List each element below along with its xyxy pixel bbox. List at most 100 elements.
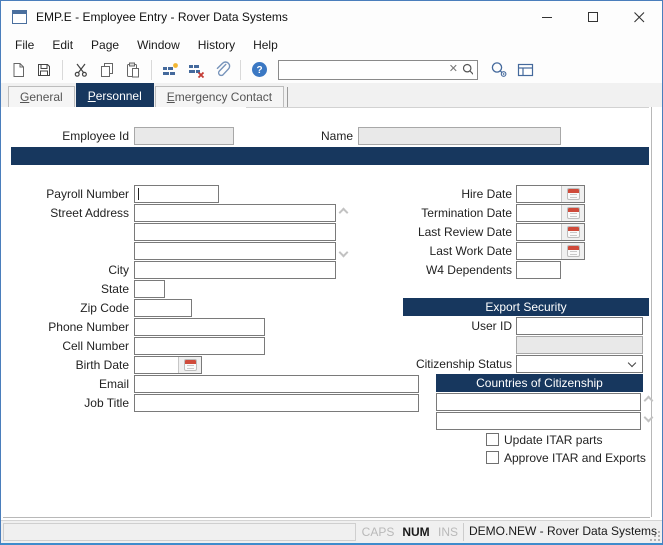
delete-record-icon <box>188 62 205 78</box>
window-icon <box>12 10 27 24</box>
last-work-date-label: Last Work Date <box>383 242 512 260</box>
birth-date-label: Birth Date <box>1 356 129 374</box>
save-icon <box>36 62 52 78</box>
tab-strip: General Personnel Emergency Contact <box>1 83 662 107</box>
help-button[interactable]: ? <box>246 58 272 82</box>
text-caret <box>138 188 139 200</box>
tab-general[interactable]: General <box>8 86 75 107</box>
state-field[interactable] <box>134 280 165 298</box>
app-window: EMP.E - Employee Entry - Rover Data Syst… <box>0 0 663 545</box>
name-field <box>358 127 561 145</box>
table-layout-icon <box>517 62 534 78</box>
menu-history[interactable]: History <box>189 35 244 55</box>
cut-icon <box>73 62 89 78</box>
employee-id-field <box>134 127 234 145</box>
cut-button[interactable] <box>68 58 94 82</box>
menu-help[interactable]: Help <box>244 35 287 55</box>
maximize-button[interactable] <box>570 1 616 33</box>
tab-emergency-contact[interactable]: Emergency Contact <box>155 86 284 107</box>
city-field[interactable] <box>134 261 336 279</box>
last-review-date-field[interactable] <box>516 223 585 241</box>
page-border-bottom <box>3 517 650 518</box>
status-separator <box>463 523 464 541</box>
section-divider-band <box>11 147 649 165</box>
resize-grip[interactable] <box>649 530 661 542</box>
new-document-icon <box>10 62 26 78</box>
menu-file[interactable]: File <box>6 35 43 55</box>
user-id-field[interactable] <box>516 317 643 335</box>
attachment-icon <box>214 61 231 78</box>
tab-divider <box>287 87 288 107</box>
name-label: Name <box>301 127 353 145</box>
save-button[interactable] <box>31 58 57 82</box>
form-area: General Personnel Emergency Contact Empl… <box>1 83 662 520</box>
calendar-icon <box>567 207 580 219</box>
payroll-number-field[interactable] <box>134 185 219 203</box>
payroll-number-label: Payroll Number <box>1 185 129 203</box>
status-message-area <box>3 523 356 541</box>
last-work-date-calendar-button[interactable] <box>561 243 584 259</box>
city-label: City <box>1 261 129 279</box>
page-border-top <box>246 107 649 108</box>
window-title: EMP.E - Employee Entry - Rover Data Syst… <box>36 10 524 24</box>
hire-date-field[interactable] <box>516 185 585 203</box>
w4-dependents-label: W4 Dependents <box>383 261 512 279</box>
toolbar-separator <box>151 60 152 80</box>
hire-date-label: Hire Date <box>383 185 512 203</box>
country-of-citizenship-line2-field[interactable] <box>436 412 641 430</box>
menu-edit[interactable]: Edit <box>43 35 82 55</box>
phone-number-field[interactable] <box>134 318 265 336</box>
clear-search-icon[interactable]: ✕ <box>445 64 462 75</box>
cell-number-field[interactable] <box>134 337 265 355</box>
close-icon <box>634 12 645 23</box>
w4-dependents-field[interactable] <box>516 261 561 279</box>
termination-date-field[interactable] <box>516 204 585 222</box>
birth-date-calendar-button[interactable] <box>178 357 201 373</box>
tab-personnel[interactable]: Personnel <box>76 83 154 107</box>
minimize-button[interactable] <box>524 1 570 33</box>
paste-button[interactable] <box>120 58 146 82</box>
user-id-label: User ID <box>383 317 512 335</box>
delete-record-button[interactable] <box>183 58 209 82</box>
lookup-records-button[interactable] <box>486 58 512 82</box>
scroll-down-icon[interactable] <box>339 248 349 258</box>
maximize-icon <box>588 12 599 23</box>
email-field[interactable] <box>134 375 419 393</box>
street-address-line2-field[interactable] <box>134 223 336 241</box>
street-address-line3-field[interactable] <box>134 242 336 260</box>
termination-date-calendar-button[interactable] <box>561 205 584 221</box>
copy-button[interactable] <box>94 58 120 82</box>
search-input[interactable] <box>283 63 445 77</box>
street-address-line1-field[interactable] <box>134 204 336 222</box>
job-title-field[interactable] <box>134 394 419 412</box>
svg-text:?: ? <box>256 65 262 76</box>
new-document-button[interactable] <box>5 58 31 82</box>
search-icon[interactable] <box>462 63 473 76</box>
approve-itar-exports-checkbox[interactable] <box>486 451 499 464</box>
add-record-icon <box>162 62 179 78</box>
close-button[interactable] <box>616 1 662 33</box>
attachment-button[interactable] <box>209 58 235 82</box>
table-layout-button[interactable] <box>512 58 538 82</box>
menu-window[interactable]: Window <box>128 35 189 55</box>
insert-mode-indicator: INS <box>435 524 461 541</box>
calendar-icon <box>567 226 580 238</box>
approve-itar-exports-label: Approve ITAR and Exports <box>504 451 646 465</box>
last-review-date-label: Last Review Date <box>383 223 512 241</box>
last-work-date-field[interactable] <box>516 242 585 260</box>
state-label: State <box>1 280 129 298</box>
country-of-citizenship-line1-field[interactable] <box>436 393 641 411</box>
hire-date-calendar-button[interactable] <box>561 186 584 202</box>
copy-icon <box>99 62 115 78</box>
menu-page[interactable]: Page <box>82 35 128 55</box>
scroll-up-icon[interactable] <box>339 208 349 218</box>
phone-number-label: Phone Number <box>1 318 129 336</box>
termination-date-label: Termination Date <box>383 204 512 222</box>
zip-code-field[interactable] <box>134 299 192 317</box>
user-name-display-field <box>516 336 643 354</box>
add-record-button[interactable] <box>157 58 183 82</box>
update-itar-parts-checkbox[interactable] <box>486 433 499 446</box>
last-review-date-calendar-button[interactable] <box>561 224 584 240</box>
citizenship-status-dropdown[interactable] <box>516 355 643 373</box>
birth-date-field[interactable] <box>134 356 202 374</box>
